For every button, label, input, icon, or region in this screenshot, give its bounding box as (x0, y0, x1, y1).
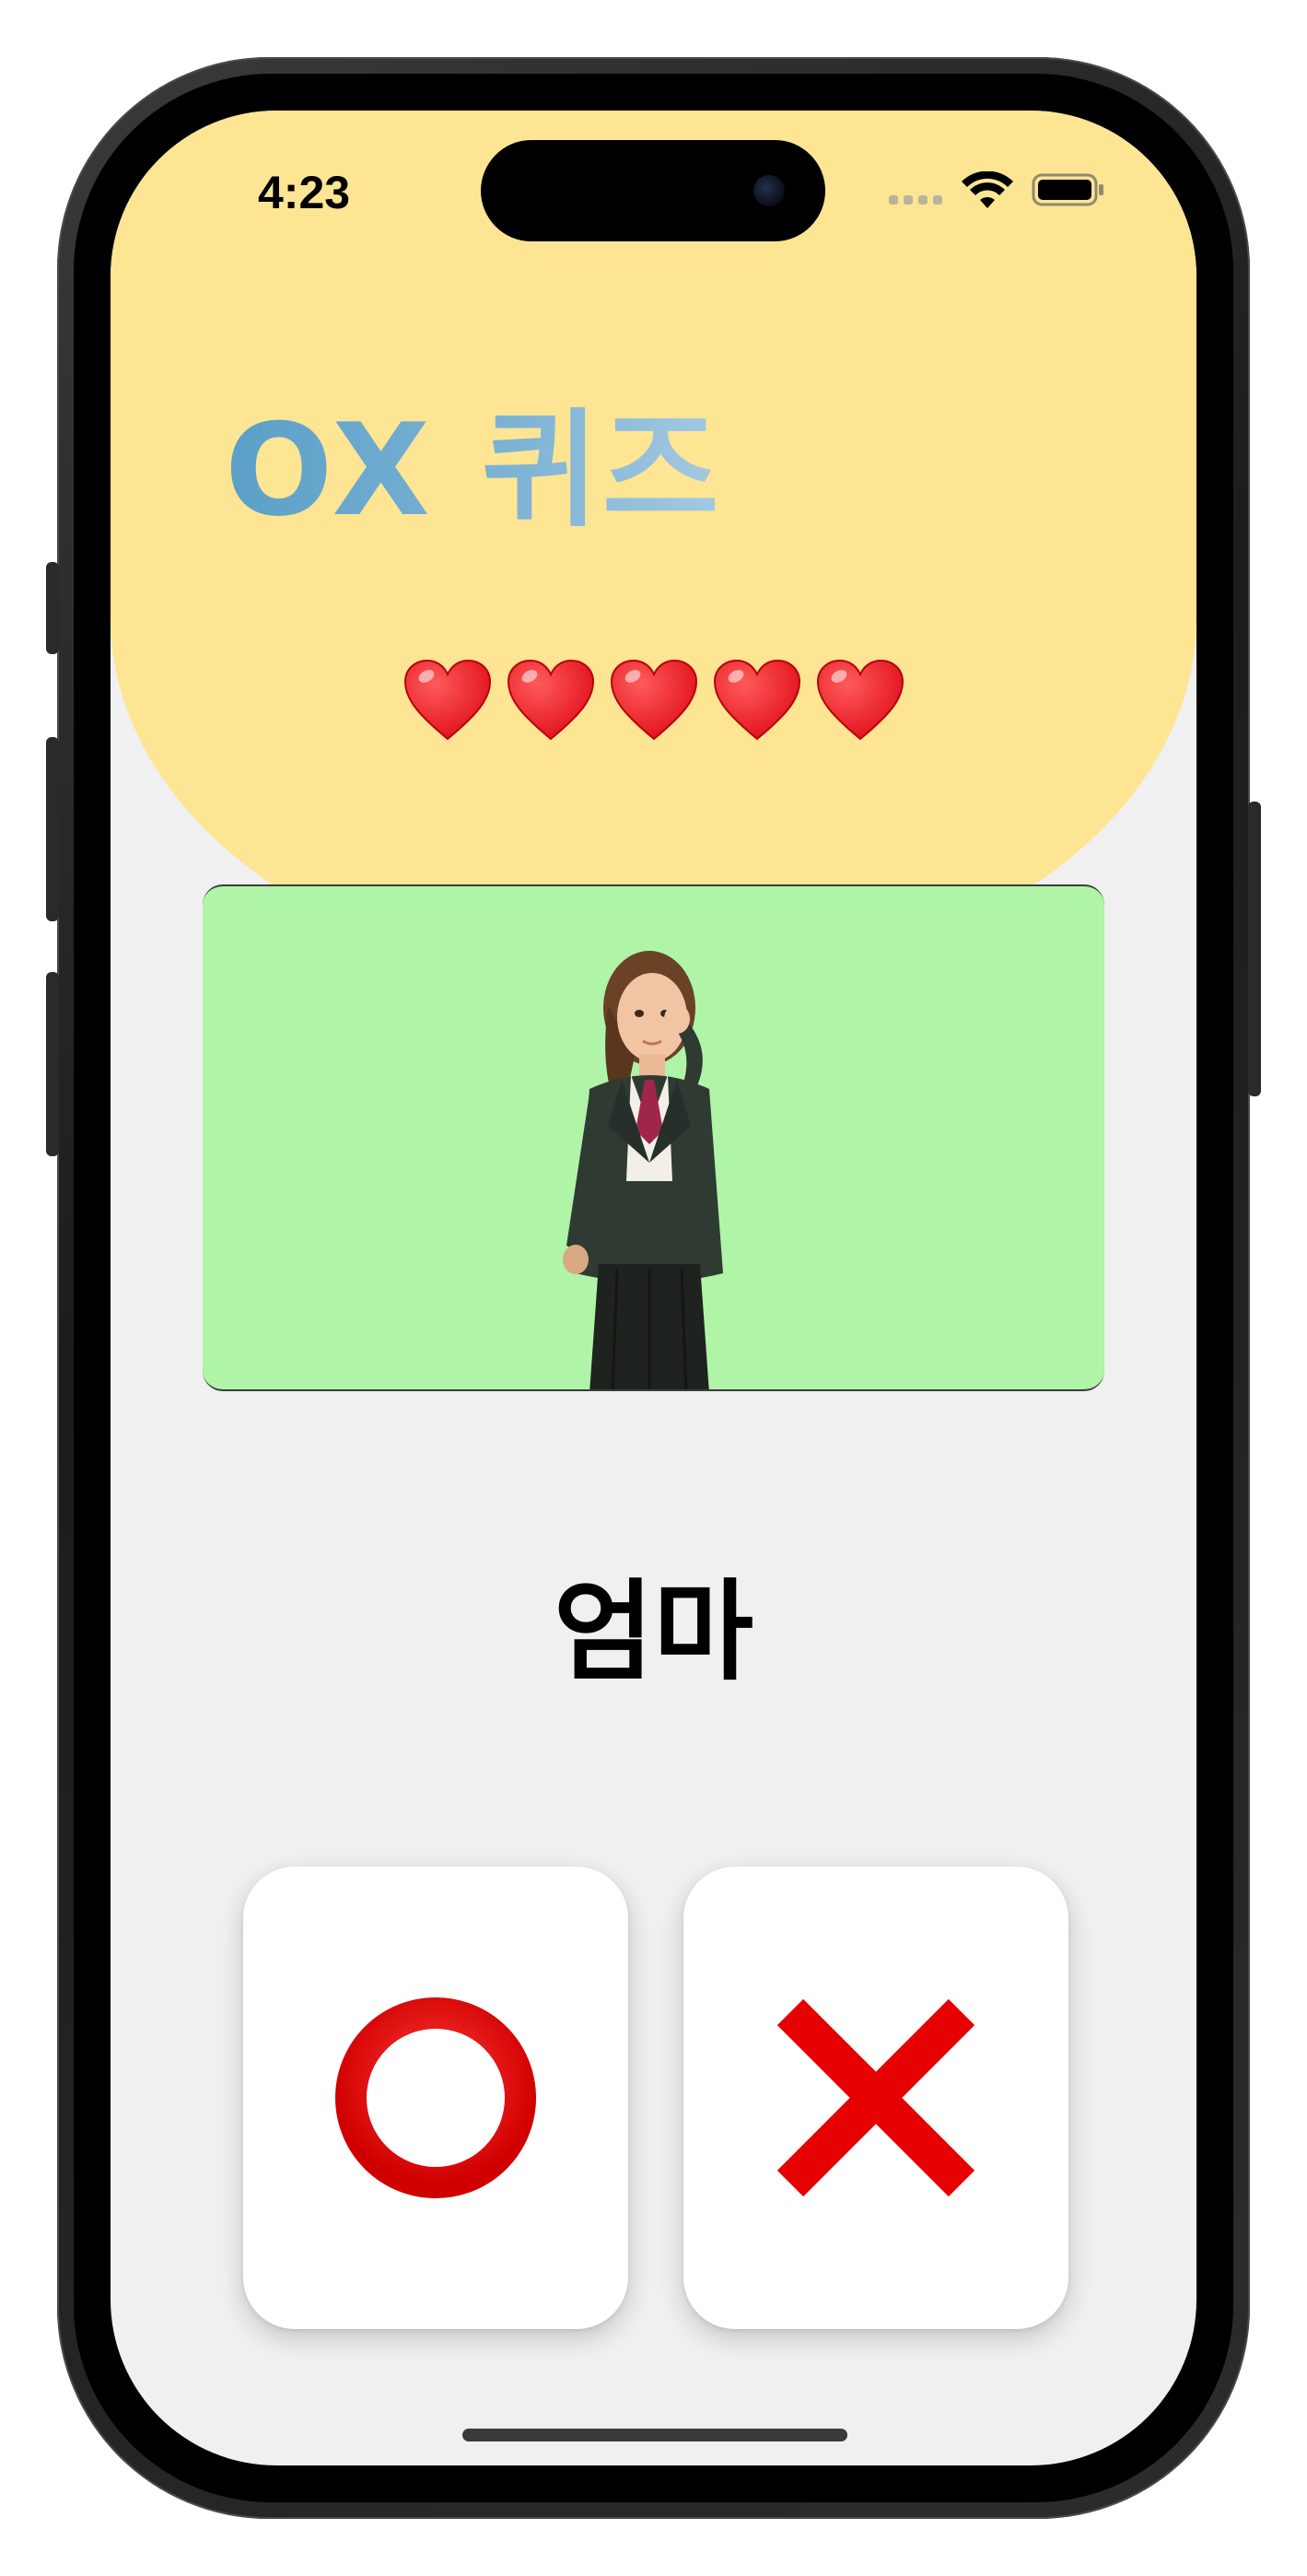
heart-icon (816, 659, 904, 741)
heart-icon (713, 659, 800, 741)
battery-icon (1032, 173, 1103, 206)
answer-x-button[interactable] (683, 1867, 1068, 2329)
wifi-icon (962, 171, 1013, 208)
volume-down-button (46, 972, 59, 1156)
status-time: 4:23 (258, 167, 351, 218)
heart-icon (507, 659, 594, 741)
power-button (1248, 802, 1261, 1096)
answer-o-button[interactable] (243, 1867, 628, 2329)
question-word: 엄마 (553, 1568, 754, 1695)
sign-video-player[interactable] (203, 884, 1104, 1391)
page-title: OX 퀴즈 (225, 396, 723, 544)
dynamic-island (481, 140, 825, 241)
heart-icon (403, 659, 491, 741)
header-background (111, 111, 1196, 986)
x-cross-icon (776, 1998, 975, 2197)
volume-up-button (46, 737, 59, 921)
app-screen: 4:23 OX 퀴즈 엄마 (111, 111, 1196, 2465)
heart-icon (610, 659, 697, 741)
o-circle-icon (335, 1997, 536, 2198)
home-indicator[interactable] (462, 2429, 847, 2441)
front-camera-icon (753, 175, 785, 206)
sign-language-avatar-image (563, 951, 723, 1389)
device-stage: 4:23 OX 퀴즈 엄마 (0, 0, 1307, 2576)
action-button (46, 562, 59, 654)
lives-indicator (111, 658, 1196, 743)
cellular-signal-icon (889, 195, 942, 205)
